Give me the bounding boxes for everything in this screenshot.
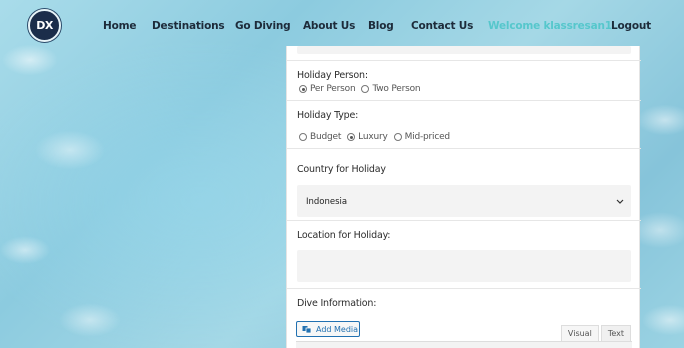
media-icon [302, 326, 312, 334]
nav-blog[interactable]: Blog [368, 20, 394, 32]
holiday-type-row: Holiday Type: Budget Luxury Mid-priced [287, 100, 641, 148]
main-nav: Home Destinations Go Diving About Us Blo… [0, 20, 684, 34]
add-media-button[interactable]: Add Media [296, 321, 360, 337]
holiday-form-panel: Holiday Person: Per Person Two Person Ho… [286, 46, 641, 348]
dive-info-row: Dive Information: Add Media Visual Text [287, 288, 641, 348]
tab-text[interactable]: Text [600, 325, 631, 341]
holiday-person-label: Holiday Person: [297, 70, 368, 81]
chevron-down-icon [616, 199, 624, 204]
option-label: Budget [310, 132, 342, 142]
option-budget[interactable]: Budget [299, 132, 341, 142]
option-two-person[interactable]: Two Person [361, 84, 421, 94]
location-label: Location for Holiday: [297, 230, 391, 241]
option-label: Per Person [310, 84, 356, 94]
add-media-label: Add Media [316, 324, 359, 334]
nav-welcome-user[interactable]: Welcome klassresan1 [488, 20, 612, 32]
option-per-person[interactable]: Per Person [299, 84, 356, 94]
holiday-type-options: Budget Luxury Mid-priced [299, 132, 456, 142]
tab-visual[interactable]: Visual [560, 325, 599, 341]
option-luxury[interactable]: Luxury [347, 132, 388, 142]
radio-icon[interactable] [393, 133, 402, 141]
location-row: Location for Holiday: [287, 220, 641, 288]
option-label: Luxury [358, 132, 388, 142]
country-select[interactable]: Indonesia [297, 185, 631, 217]
radio-checked-icon[interactable] [299, 85, 307, 93]
holiday-person-row: Holiday Person: Per Person Two Person [287, 60, 641, 100]
nav-destinations[interactable]: Destinations [152, 20, 225, 32]
nav-home[interactable]: Home [103, 20, 136, 32]
country-label: Country for Holiday [297, 164, 386, 175]
location-input[interactable] [297, 250, 631, 282]
radio-checked-icon[interactable] [347, 133, 356, 141]
radio-icon[interactable] [299, 133, 307, 141]
nav-logout[interactable]: Logout [611, 20, 651, 32]
option-label: Two Person [372, 84, 421, 94]
option-mid-priced[interactable]: Mid-priced [393, 132, 451, 142]
nav-contact-us[interactable]: Contact Us [411, 20, 473, 32]
dive-info-label: Dive Information: [297, 298, 377, 309]
holiday-person-options: Per Person Two Person [299, 84, 426, 94]
nav-go-diving[interactable]: Go Diving [235, 20, 291, 32]
radio-icon[interactable] [361, 85, 370, 93]
previous-field[interactable] [297, 46, 631, 54]
holiday-type-label: Holiday Type: [297, 110, 359, 121]
country-select-value: Indonesia [306, 197, 348, 207]
site-header: DX Home Destinations Go Diving About Us … [0, 0, 684, 52]
nav-about-us[interactable]: About Us [303, 20, 355, 32]
country-row: Country for Holiday Indonesia [287, 148, 641, 220]
editor-tabs: Visual Text [559, 325, 631, 341]
editor-toolbar [296, 341, 632, 348]
option-label: Mid-priced [404, 132, 451, 142]
